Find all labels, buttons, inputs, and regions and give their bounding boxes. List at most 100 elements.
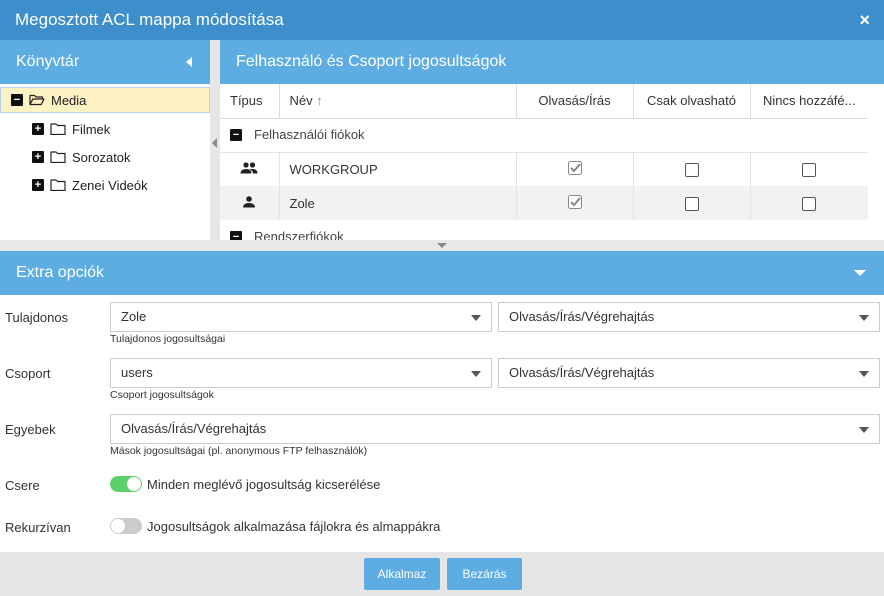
sort-ascending-icon: ↑ xyxy=(316,93,323,109)
collapse-arrow-icon[interactable] xyxy=(212,138,217,148)
group-label: Csoport xyxy=(5,366,51,381)
replace-label: Csere xyxy=(5,478,40,493)
name-cell: Zole xyxy=(279,186,517,220)
table-header-row: Típus Név ↑ Olvasás/Írás Csak olvasható … xyxy=(220,84,868,119)
toggle-knob xyxy=(111,519,125,533)
dropdown-arrow-icon xyxy=(859,315,869,321)
read-only-cell[interactable] xyxy=(633,152,751,186)
group-row-user-accounts[interactable]: − Felhasználói fiókok xyxy=(220,118,868,153)
horizontal-splitter[interactable] xyxy=(210,40,220,240)
close-button[interactable]: Bezárás xyxy=(447,558,522,590)
column-header-type[interactable]: Típus xyxy=(220,84,280,119)
folder-icon xyxy=(50,151,66,163)
owner-permission-value: Olvasás/Írás/Végrehajtás xyxy=(509,309,655,324)
permissions-table: Típus Név ↑ Olvasás/Írás Csak olvasható … xyxy=(220,84,868,240)
tree-item-label: Media xyxy=(51,92,87,108)
group-hint: Csoport jogosultságok xyxy=(110,389,214,401)
dropdown-arrow-icon xyxy=(859,371,869,377)
column-header-name[interactable]: Név ↑ xyxy=(279,84,517,119)
collapse-group-icon[interactable]: − xyxy=(230,230,242,240)
replace-toggle[interactable] xyxy=(110,476,142,492)
group-permission-value: Olvasás/Írás/Végrehajtás xyxy=(509,365,655,380)
tree-item-zenei-videok[interactable]: + Zenei Videók xyxy=(32,172,148,198)
extra-options-header[interactable]: Extra opciók xyxy=(0,251,884,295)
collapse-down-icon[interactable] xyxy=(437,243,447,248)
group-label: Felhasználói fiókok xyxy=(254,127,365,142)
owner-select-value: Zole xyxy=(121,309,147,324)
no-access-checkbox[interactable] xyxy=(802,196,817,211)
permissions-header: Felhasználó és Csoport jogosultságok xyxy=(220,40,884,84)
read-only-checkbox[interactable] xyxy=(684,163,699,178)
library-header-label: Könyvtár xyxy=(16,53,80,70)
group-select[interactable]: users xyxy=(110,358,492,388)
group-row-system-accounts[interactable]: − Rendszerfiókok xyxy=(220,220,868,240)
recursive-label: Rekurzívan xyxy=(5,520,71,535)
extra-options-label: Extra opciók xyxy=(16,264,105,281)
read-write-cell[interactable] xyxy=(516,152,634,186)
apply-button[interactable]: Alkalmaz xyxy=(364,558,440,590)
no-access-checkbox[interactable] xyxy=(802,163,817,178)
owner-label: Tulajdonos xyxy=(5,310,69,325)
recursive-toggle-label: Jogosultságok alkalmazása fájlokra és al… xyxy=(147,519,441,534)
permissions-header-label: Felhasználó és Csoport jogosultságok xyxy=(236,53,507,70)
column-header-name-label: Név xyxy=(289,93,313,109)
column-header-no-access[interactable]: Nincs hozzáfé... xyxy=(750,84,868,119)
tree-item-label: Zenei Videók xyxy=(72,177,148,193)
dropdown-arrow-icon xyxy=(859,427,869,433)
others-permission-select[interactable]: Olvasás/Írás/Végrehajtás xyxy=(110,414,880,444)
collapse-left-icon[interactable] xyxy=(186,57,192,67)
tree-item-sorozatok[interactable]: + Sorozatok xyxy=(32,144,131,170)
collapse-tree-icon[interactable]: − xyxy=(11,94,23,106)
expand-tree-icon[interactable]: + xyxy=(32,179,44,191)
library-pane: Könyvtár − Media + Filmek + Sorozatok + … xyxy=(0,40,210,240)
table-row[interactable]: WORKGROUP xyxy=(220,152,868,186)
user-icon xyxy=(243,195,256,207)
type-cell xyxy=(220,186,280,220)
vertical-splitter[interactable] xyxy=(0,240,884,251)
column-header-read-only[interactable]: Csak olvasható xyxy=(633,84,751,119)
read-write-checkbox[interactable] xyxy=(567,194,583,210)
folder-icon xyxy=(50,123,66,135)
others-hint: Mások jogosultságai (pl. anonymous FTP f… xyxy=(110,445,368,457)
dialog-titlebar: Megosztott ACL mappa módosítása × xyxy=(0,0,884,40)
no-access-cell[interactable] xyxy=(750,152,868,186)
collapse-group-icon[interactable]: − xyxy=(230,129,242,141)
library-header: Könyvtár xyxy=(0,40,210,84)
folder-open-icon xyxy=(29,94,45,106)
group-label: Rendszerfiókok xyxy=(254,228,344,240)
group-select-value: users xyxy=(121,365,153,380)
no-access-cell[interactable] xyxy=(750,186,868,220)
others-label: Egyebek xyxy=(5,422,56,437)
close-icon[interactable]: × xyxy=(859,10,870,31)
recursive-toggle[interactable] xyxy=(110,518,142,534)
dropdown-arrow-icon xyxy=(471,371,481,377)
folder-icon xyxy=(50,179,66,191)
others-permission-value: Olvasás/Írás/Végrehajtás xyxy=(121,421,267,436)
dropdown-arrow-icon xyxy=(471,315,481,321)
expand-tree-icon[interactable]: + xyxy=(32,123,44,135)
table-row[interactable]: Zole xyxy=(220,186,868,220)
type-cell xyxy=(220,152,280,186)
name-cell: WORKGROUP xyxy=(279,152,517,186)
toggle-knob xyxy=(127,477,141,491)
read-write-checkbox[interactable] xyxy=(567,160,583,176)
owner-hint: Tulajdonos jogosultságai xyxy=(110,333,226,345)
owner-select[interactable]: Zole xyxy=(110,302,492,332)
chevron-down-icon[interactable] xyxy=(854,270,866,276)
group-permission-select[interactable]: Olvasás/Írás/Végrehajtás xyxy=(498,358,880,388)
read-write-cell[interactable] xyxy=(516,186,634,220)
column-header-read-write[interactable]: Olvasás/Írás xyxy=(516,84,634,119)
dialog-footer: Alkalmaz Bezárás xyxy=(0,552,884,596)
owner-permission-select[interactable]: Olvasás/Írás/Végrehajtás xyxy=(498,302,880,332)
tree-item-label: Sorozatok xyxy=(72,149,131,165)
dialog-title: Megosztott ACL mappa módosítása xyxy=(15,10,284,29)
permissions-pane: Felhasználó és Csoport jogosultságok Típ… xyxy=(220,40,884,240)
group-icon xyxy=(240,162,258,174)
read-only-cell[interactable] xyxy=(633,186,751,220)
tree-item-media[interactable]: − Media xyxy=(0,87,210,113)
read-only-checkbox[interactable] xyxy=(684,196,699,211)
tree-item-filmek[interactable]: + Filmek xyxy=(32,116,110,142)
replace-toggle-label: Minden meglévő jogosultság kicserélése xyxy=(147,477,381,492)
tree-item-label: Filmek xyxy=(72,121,111,137)
expand-tree-icon[interactable]: + xyxy=(32,151,44,163)
